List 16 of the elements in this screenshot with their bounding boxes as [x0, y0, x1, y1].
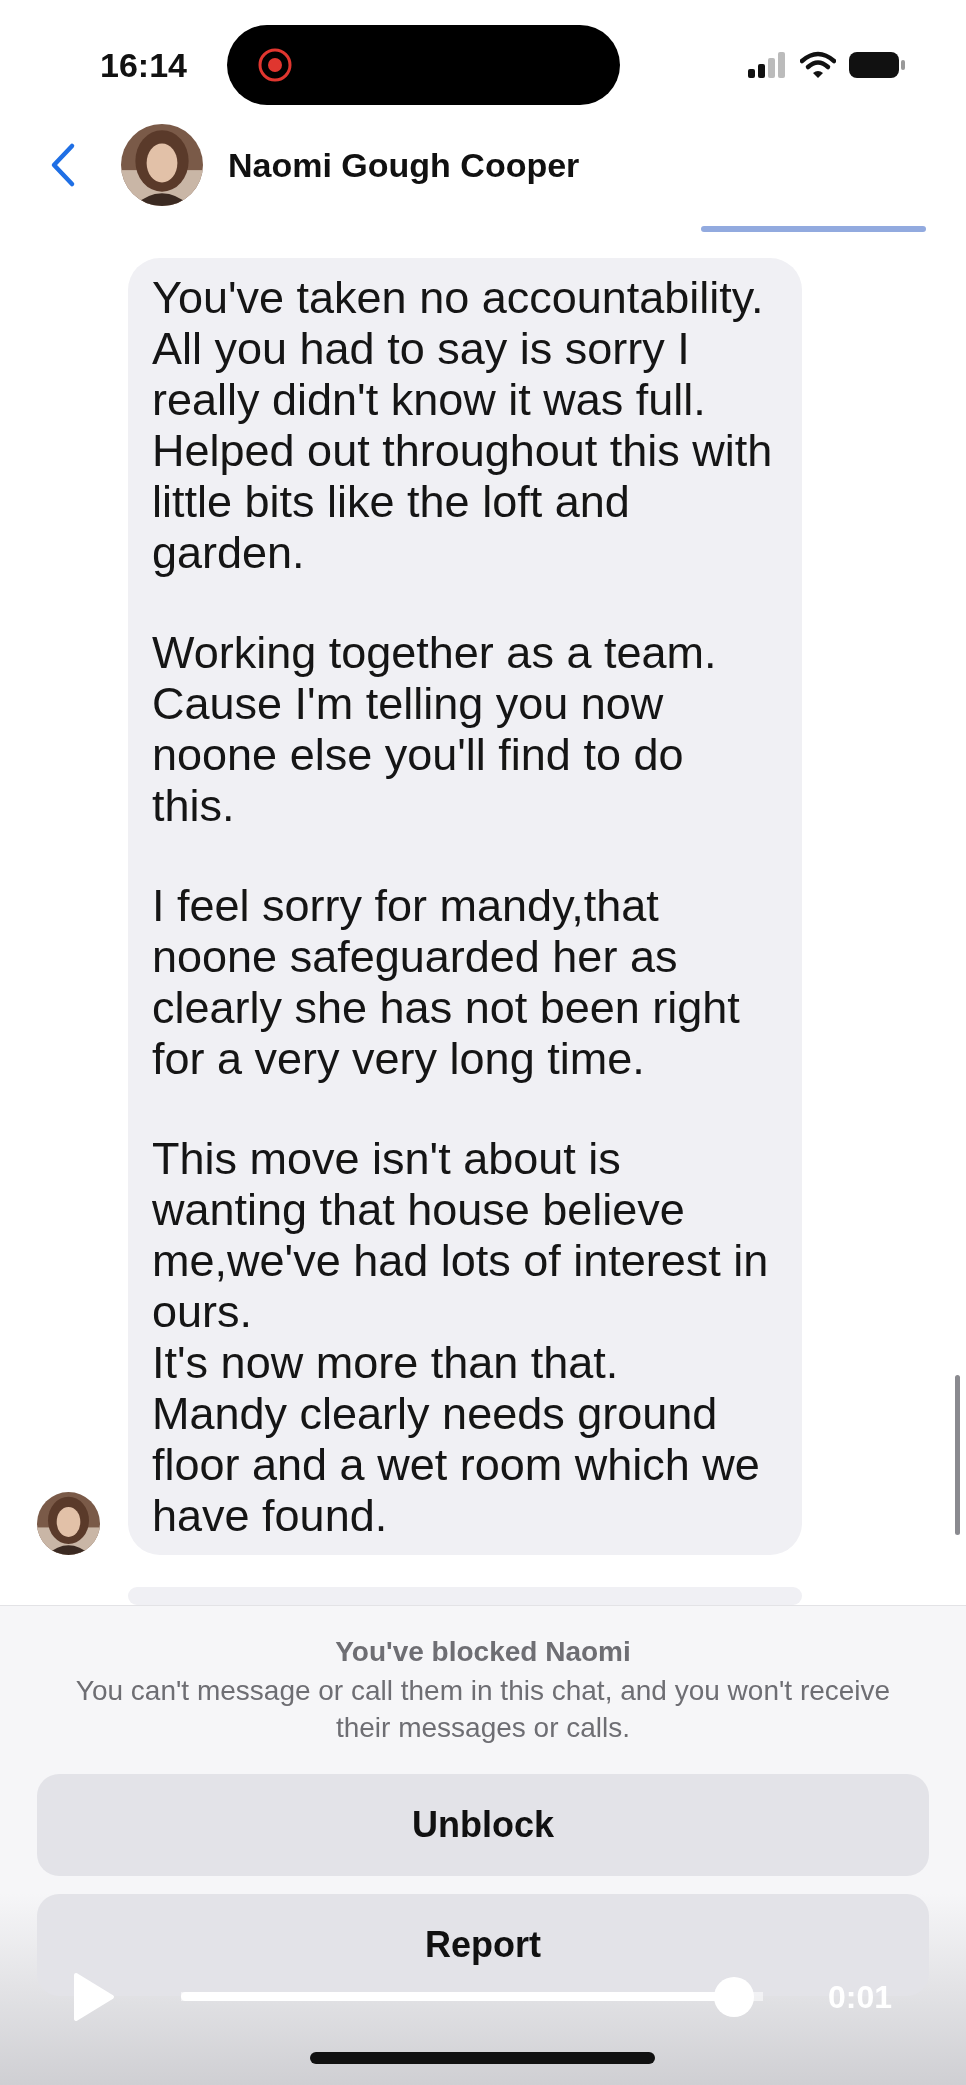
wifi-icon — [800, 51, 836, 79]
message-text: Working together as a team. Cause I'm telling you now noone else you'll find to do this. — [152, 627, 718, 831]
blocked-title: You've blocked Naomi — [335, 1636, 631, 1668]
message-text: I feel sorry for mandy,that noone safeguarded her as clearly she has not been right for a very very long time. — [152, 880, 741, 1084]
report-button[interactable]: Report — [37, 1894, 929, 1996]
message-text: This move isn't about is wanting that house believe me,we've had lots of interest in ours. — [152, 1133, 770, 1337]
message-text: You've taken no accountability. All you had to say is sorry I really didn't know it was full. Helped out throughout this with little bits like the loft and garden. — [152, 272, 774, 578]
message-text: It's now more than that. — [152, 1337, 620, 1388]
status-time: 16:14 — [100, 45, 187, 85]
message-text: Mandy clearly needs ground floor and a wet room which we have found. — [152, 1388, 761, 1541]
unblock-button[interactable]: Unblock — [37, 1774, 929, 1876]
signal-icon — [748, 52, 788, 78]
blocked-text: You can't message or call them in this chat, and you won't receive their messages or calls. — [74, 1674, 892, 1745]
record-icon — [256, 47, 293, 83]
battery-icon — [848, 51, 906, 79]
contact-name[interactable]: Naomi Gough Cooper — [228, 145, 580, 185]
